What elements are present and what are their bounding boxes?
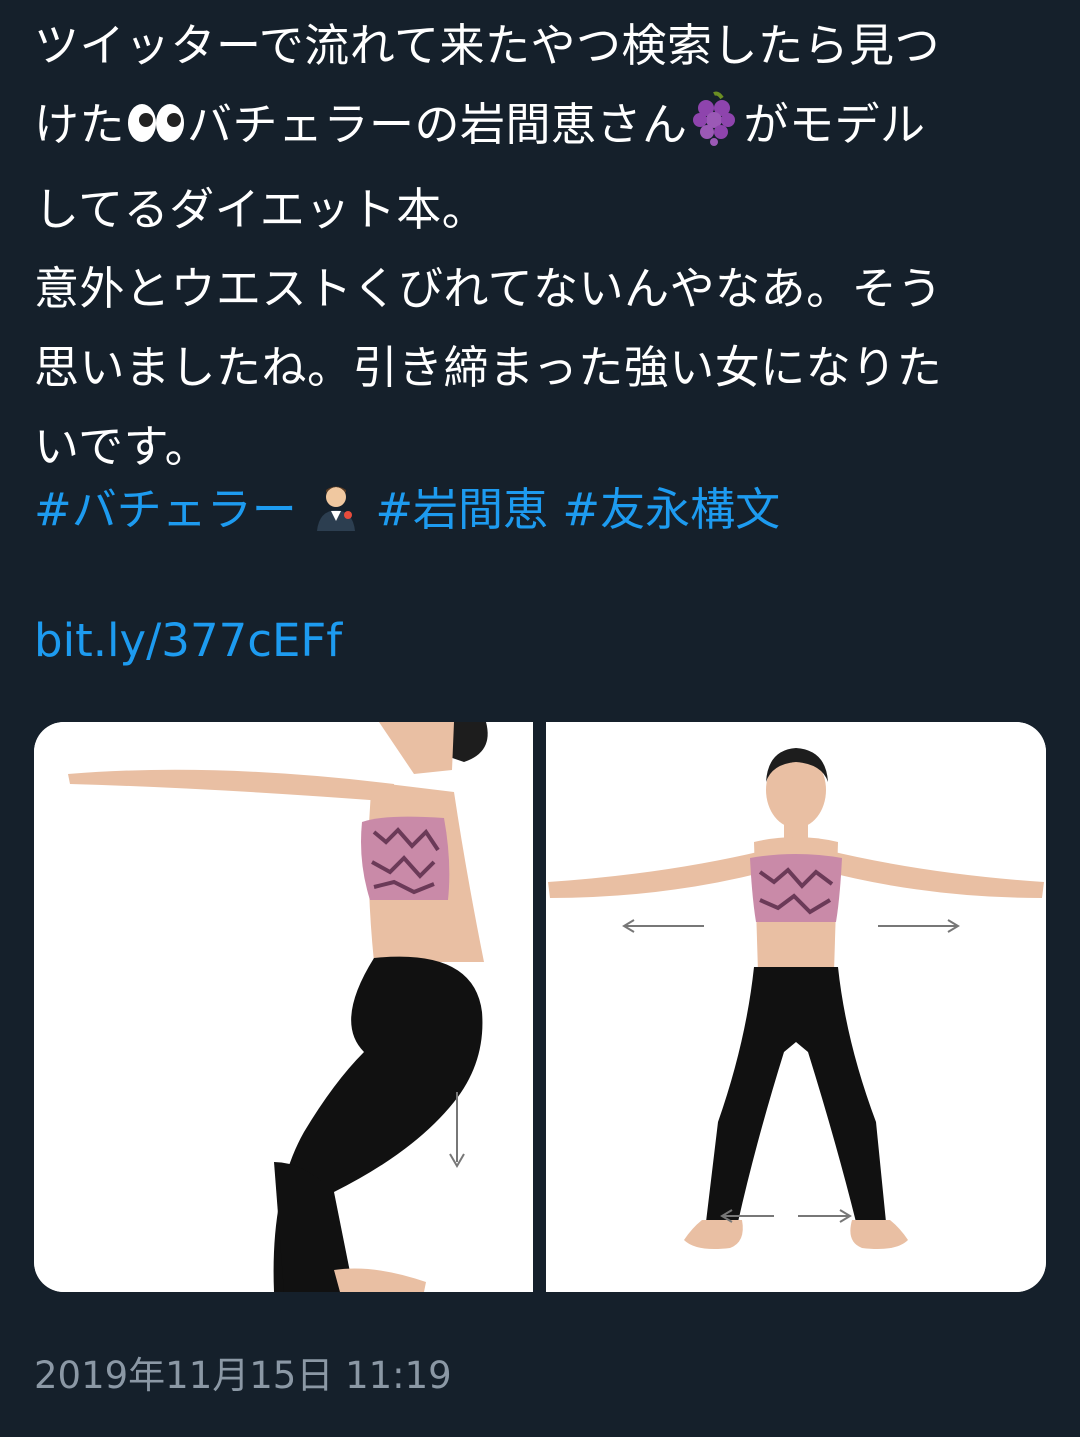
tweet-text: ツイッターで流れて来たやつ検索したら見つ けた バチェラーの岩間恵さん がモデル し… (34, 6, 1046, 486)
tweet-body: ツイッターで流れて来たやつ検索したら見つ けた バチェラーの岩間恵さん がモデル し… (34, 6, 1046, 486)
media-grid (34, 722, 1046, 1292)
tweet-line-4: 意外とウエストくびれてないんやなあ。そう (34, 262, 943, 315)
hashtag-tomonaga-koubun[interactable]: #友永構文 (562, 483, 780, 536)
tweet-line-3: してるダイエット本。 (34, 183, 488, 236)
squat-photo[interactable] (34, 722, 533, 1292)
tweet-line-2: けた バチェラーの岩間恵さん がモデル (34, 85, 1046, 170)
standing-stretch-photo[interactable] (546, 722, 1046, 1292)
eyes-emoji-icon (125, 91, 187, 170)
hashtag-iwama-megumi[interactable]: #岩間恵 (375, 483, 548, 536)
tweet-text-fragment: バチェラーの岩間恵さん (187, 98, 688, 151)
hashtag-bachelor[interactable]: #バチェラー (34, 483, 297, 536)
squat-figure-icon (34, 722, 533, 1292)
tweet-timestamp[interactable]: 2019年11月15日 11:19 (34, 1348, 452, 1404)
man-in-tuxedo-emoji-icon (311, 476, 361, 555)
grapes-emoji-icon (688, 90, 744, 170)
tweet-link[interactable]: bit.ly/377cEFf (34, 606, 342, 676)
tweet-text-fragment: けた (34, 98, 126, 151)
hashtag-row: #バチェラー #岩間恵 #友永構文 (34, 470, 780, 555)
tweet-line-5: 思いましたね。引き締まった強い女になりた (34, 341, 943, 394)
standing-figure-icon (546, 722, 1046, 1292)
tweet-line-1: ツイッターで流れて来たやつ検索したら見つ (34, 19, 940, 72)
tweet-text-fragment: がモデル (743, 98, 926, 151)
